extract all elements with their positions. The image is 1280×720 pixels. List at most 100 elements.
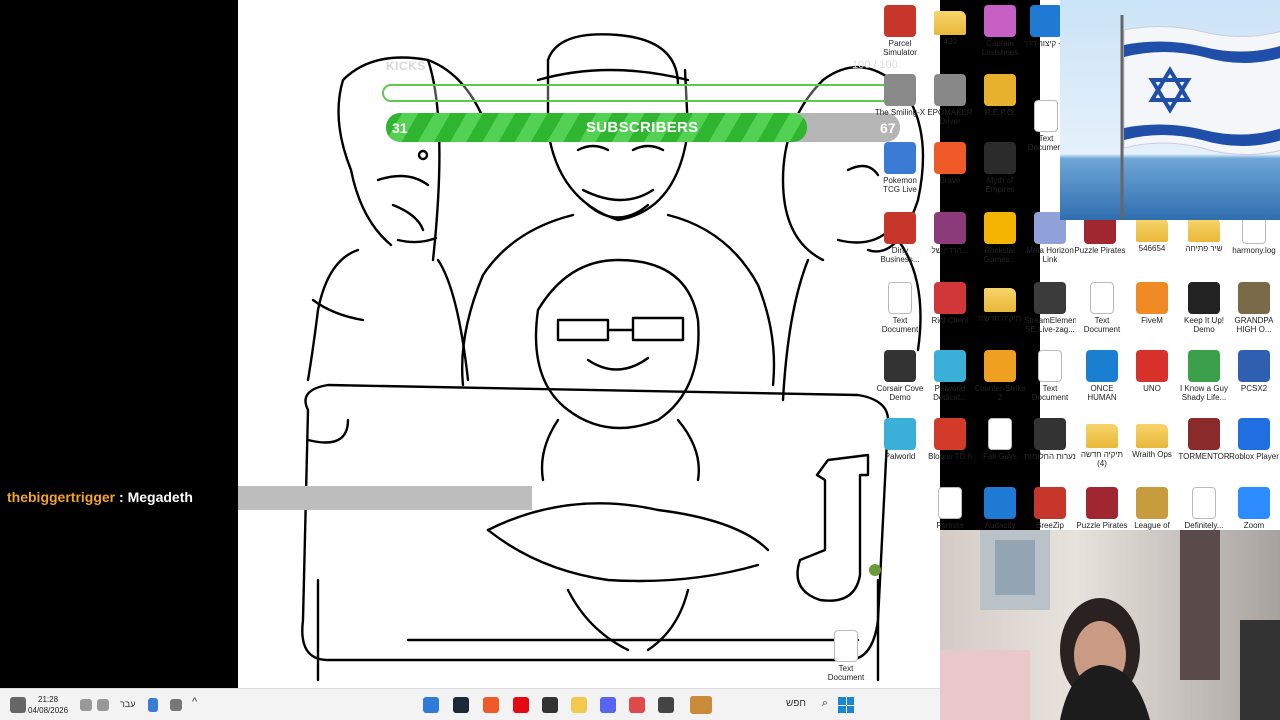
parcel-icon <box>884 5 916 37</box>
desktop-icon-label: FiveM <box>1141 316 1163 325</box>
desktop-icon-label: EPOMAKER Driver <box>927 108 973 126</box>
brave-icon <box>934 142 966 174</box>
desktop-icon[interactable]: R.E.P.O. <box>974 74 1026 117</box>
desktop-icon[interactable]: Text Document <box>1024 350 1076 402</box>
chatgpt-icon[interactable] <box>542 697 558 713</box>
desktop-icon-label: Dirty Business... <box>880 246 920 264</box>
taskbar-clock[interactable]: 21:28 04/08/2026 <box>28 694 68 716</box>
desktop-icon[interactable]: Zoom <box>1228 487 1280 530</box>
desktop-icon-label: Wraith Ops <box>1132 450 1172 459</box>
desktop-icon[interactable]: Fortnite <box>924 487 976 530</box>
microphone-icon[interactable] <box>148 698 158 712</box>
desktop-icon[interactable]: נערות החלומות <box>1024 418 1076 461</box>
desktop-icon-label: Definitely... <box>1184 521 1224 530</box>
desktop-icon-label: 546654 <box>1138 244 1166 253</box>
desktop-icon[interactable]: Fall Guys <box>974 418 1026 461</box>
desktop-icon[interactable]: Text Document <box>1076 282 1128 334</box>
folder-icon <box>1136 218 1168 242</box>
desktop-icon[interactable]: Myth of Empires <box>974 142 1026 194</box>
desktop-icon-label: Fall Guys <box>983 452 1017 461</box>
desktop-icon[interactable]: Rockstar Games... <box>974 212 1026 264</box>
desktop-icon[interactable]: PCSX2 <box>1228 350 1280 393</box>
desktop-icon-label: Text Document <box>1031 384 1069 402</box>
drawing-canvas <box>238 0 940 688</box>
desktop-icon[interactable]: The Smiling-X <box>874 74 926 117</box>
desktop-icon-label: harmony.log <box>1232 246 1276 255</box>
desktop-icon[interactable]: תיקיה חדשה <box>974 282 1026 323</box>
desktop-icon[interactable]: EPOMAKER Driver <box>924 74 976 126</box>
desktop-icon[interactable]: Definitely... <box>1178 487 1230 530</box>
desktop-icon-label: Rockstar Games... <box>983 246 1017 264</box>
desktop-icon[interactable]: Riot Client <box>924 282 976 325</box>
cs2-icon <box>984 350 1016 382</box>
desktop-icon[interactable]: Roblox Player <box>1228 418 1280 461</box>
desktop-icon[interactable]: Text Document <box>874 282 926 334</box>
desktop-icon[interactable]: Text Document <box>820 630 872 682</box>
desktop-icon-label: Myth of Empires <box>985 176 1015 194</box>
desktop-icon-label: 420 <box>943 37 957 46</box>
text-document-icon <box>834 630 858 662</box>
chevron-up-icon[interactable]: ^ <box>192 696 208 712</box>
desktop-icon[interactable]: Palworld <box>874 418 926 461</box>
desktop-icon[interactable]: I Know a Guy Shady Life... <box>1178 350 1230 402</box>
desktop-icon[interactable]: הרדיו של... <box>924 212 976 255</box>
pcsx2-icon <box>1238 350 1270 382</box>
desktop-icon[interactable]: FiveM <box>1126 282 1178 325</box>
desktop-icon-label: Palworld Dedicat... <box>933 384 967 402</box>
netflix-icon[interactable] <box>513 697 529 713</box>
taskbar: 21:28 04/08/2026 עבר ^ חפש ⌕ <box>0 688 940 720</box>
desktop-icon[interactable]: GRANDPA HIGH O... <box>1228 282 1280 334</box>
desktop-icon[interactable]: Pokemon TCG Live <box>874 142 926 194</box>
clock-time: 21:28 <box>38 695 59 704</box>
game-icon <box>884 212 916 244</box>
desktop-icon[interactable]: TORMENTOR <box>1178 418 1230 461</box>
desktop-icon-label: Keep It Up! Demo <box>1183 316 1225 334</box>
settings-icon[interactable] <box>10 697 26 713</box>
desktop-icon[interactable]: UNO <box>1126 350 1178 393</box>
palworld-icon <box>934 350 966 382</box>
bloons-icon <box>934 418 966 450</box>
notification-icon[interactable] <box>423 697 439 713</box>
owl-icon[interactable] <box>690 696 712 714</box>
desktop-icon-label: תיקיה חדשה <box>978 314 1022 323</box>
desktop-icon[interactable]: Brave <box>924 142 976 185</box>
start-button[interactable] <box>838 697 854 713</box>
paint-icon[interactable] <box>629 697 645 713</box>
text-document-icon <box>888 282 912 314</box>
desktop-icon[interactable]: BreeZip <box>1024 487 1076 530</box>
steam-icon[interactable] <box>453 697 469 713</box>
desktop-icon[interactable]: Keep It Up! Demo <box>1178 282 1230 334</box>
chat-text: Megadeth <box>127 489 193 505</box>
desktop-icon[interactable]: Parcel Simulator <box>874 5 926 57</box>
language-indicator[interactable]: עבר <box>120 699 135 709</box>
webcam-video <box>940 530 1280 720</box>
tray-icon[interactable] <box>170 699 182 711</box>
desktop-icon[interactable]: StreamElements SE.Live-zag... <box>1024 282 1076 334</box>
desktop-icon-label: Captain Lostshoes <box>981 39 1019 57</box>
desktop-icon[interactable]: Bloons TD 6 <box>924 418 976 461</box>
desktop-icon[interactable]: Puzzle Pirates <box>1076 487 1128 530</box>
desktop-icon-label: Roblox Player <box>1229 452 1279 461</box>
desktop-icon[interactable]: 420 <box>924 5 976 46</box>
myth-icon <box>984 142 1016 174</box>
desktop-icon[interactable]: Corsair Cove Demo <box>874 350 926 402</box>
discord-icon[interactable] <box>600 697 616 713</box>
desktop-icon[interactable]: Captain Lostshoes <box>974 5 1026 57</box>
brave-icon[interactable] <box>483 697 499 713</box>
desktop-icon-label: R.E.P.O. <box>984 108 1016 117</box>
desktop-icon[interactable]: Dirty Business... <box>874 212 926 264</box>
desktop-icon[interactable]: תיקיה חדשה (4) <box>1076 418 1128 468</box>
desktop-icon-label: הרדיו של... <box>931 246 969 255</box>
terminal-icon[interactable] <box>658 697 674 713</box>
desktop-icon-label: Audacity <box>984 521 1016 530</box>
taskbar-search[interactable]: חפש ⌕ <box>780 696 830 714</box>
file-explorer-icon[interactable] <box>571 697 587 713</box>
volume-icon[interactable] <box>80 699 92 711</box>
desktop-icon[interactable]: Counter-Strike 2 <box>974 350 1026 402</box>
game-icon <box>984 5 1016 37</box>
desktop-icon[interactable]: Palworld Dedicat... <box>924 350 976 402</box>
desktop-icon[interactable]: Audacity <box>974 487 1026 530</box>
network-icon[interactable] <box>97 699 109 711</box>
desktop-icon[interactable]: ONCE HUMAN <box>1076 350 1128 402</box>
desktop-icon[interactable]: Wraith Ops <box>1126 418 1178 459</box>
